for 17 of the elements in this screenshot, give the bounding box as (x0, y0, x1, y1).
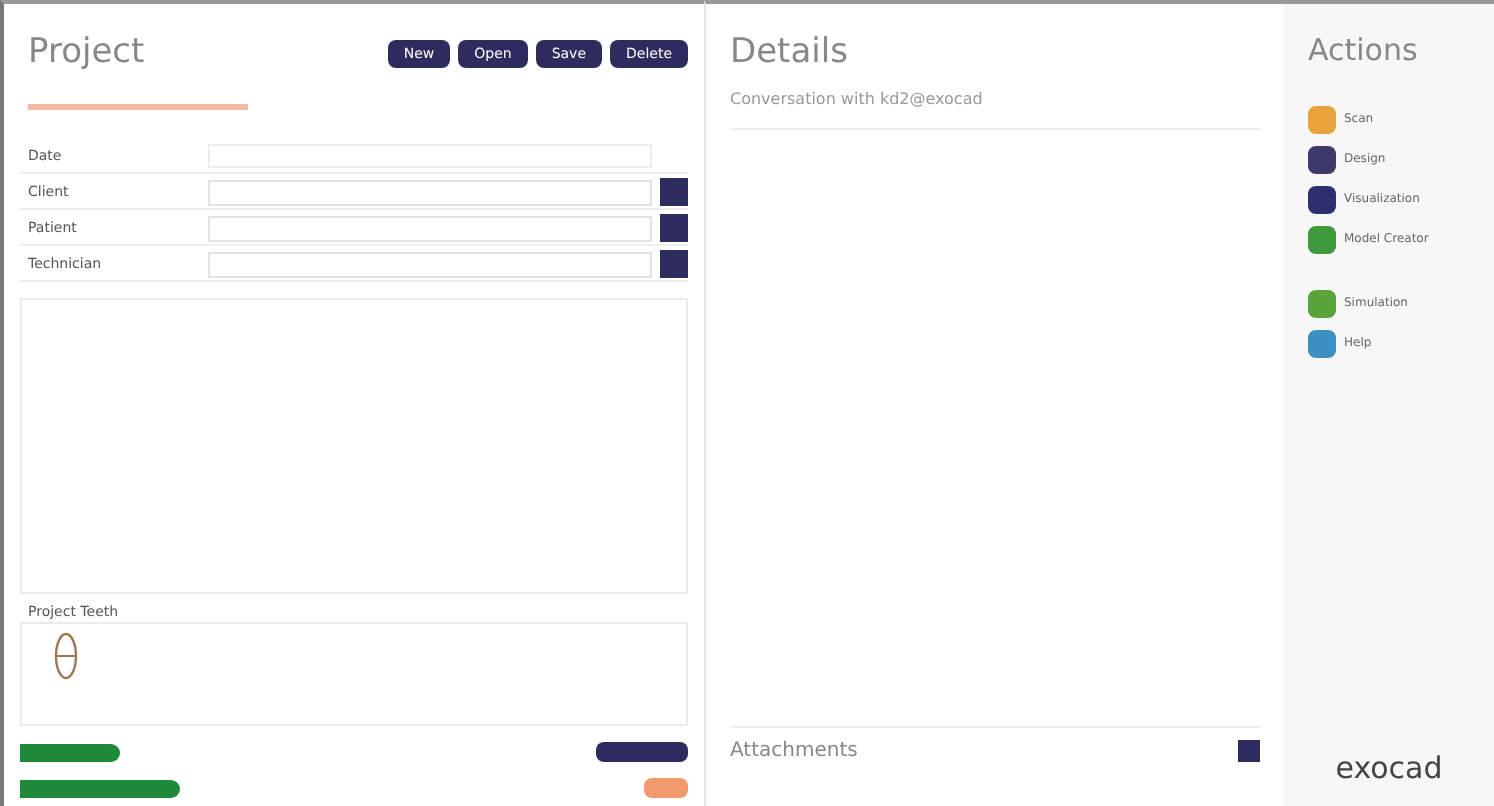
tooth-icon[interactable] (54, 632, 78, 680)
panel-title: Project (28, 30, 145, 76)
brand-logo: exocad (1335, 747, 1443, 789)
confirm-button[interactable] (644, 778, 688, 798)
select-field[interactable] (208, 251, 652, 277)
workflow-step-bar (20, 743, 120, 761)
select-field[interactable] (208, 179, 652, 205)
panel-title: Details (730, 30, 850, 76)
more-button[interactable] (660, 214, 688, 242)
panel-title: Actions (1308, 30, 1420, 72)
add-button[interactable] (1238, 740, 1260, 762)
action-button[interactable] (596, 742, 688, 762)
conversation-title: Conversation with kd2@exocad (730, 87, 985, 111)
select-field[interactable] (208, 215, 652, 241)
more-button[interactable] (660, 250, 688, 278)
more-button[interactable] (660, 178, 688, 206)
section-title: Attachments (730, 738, 858, 766)
